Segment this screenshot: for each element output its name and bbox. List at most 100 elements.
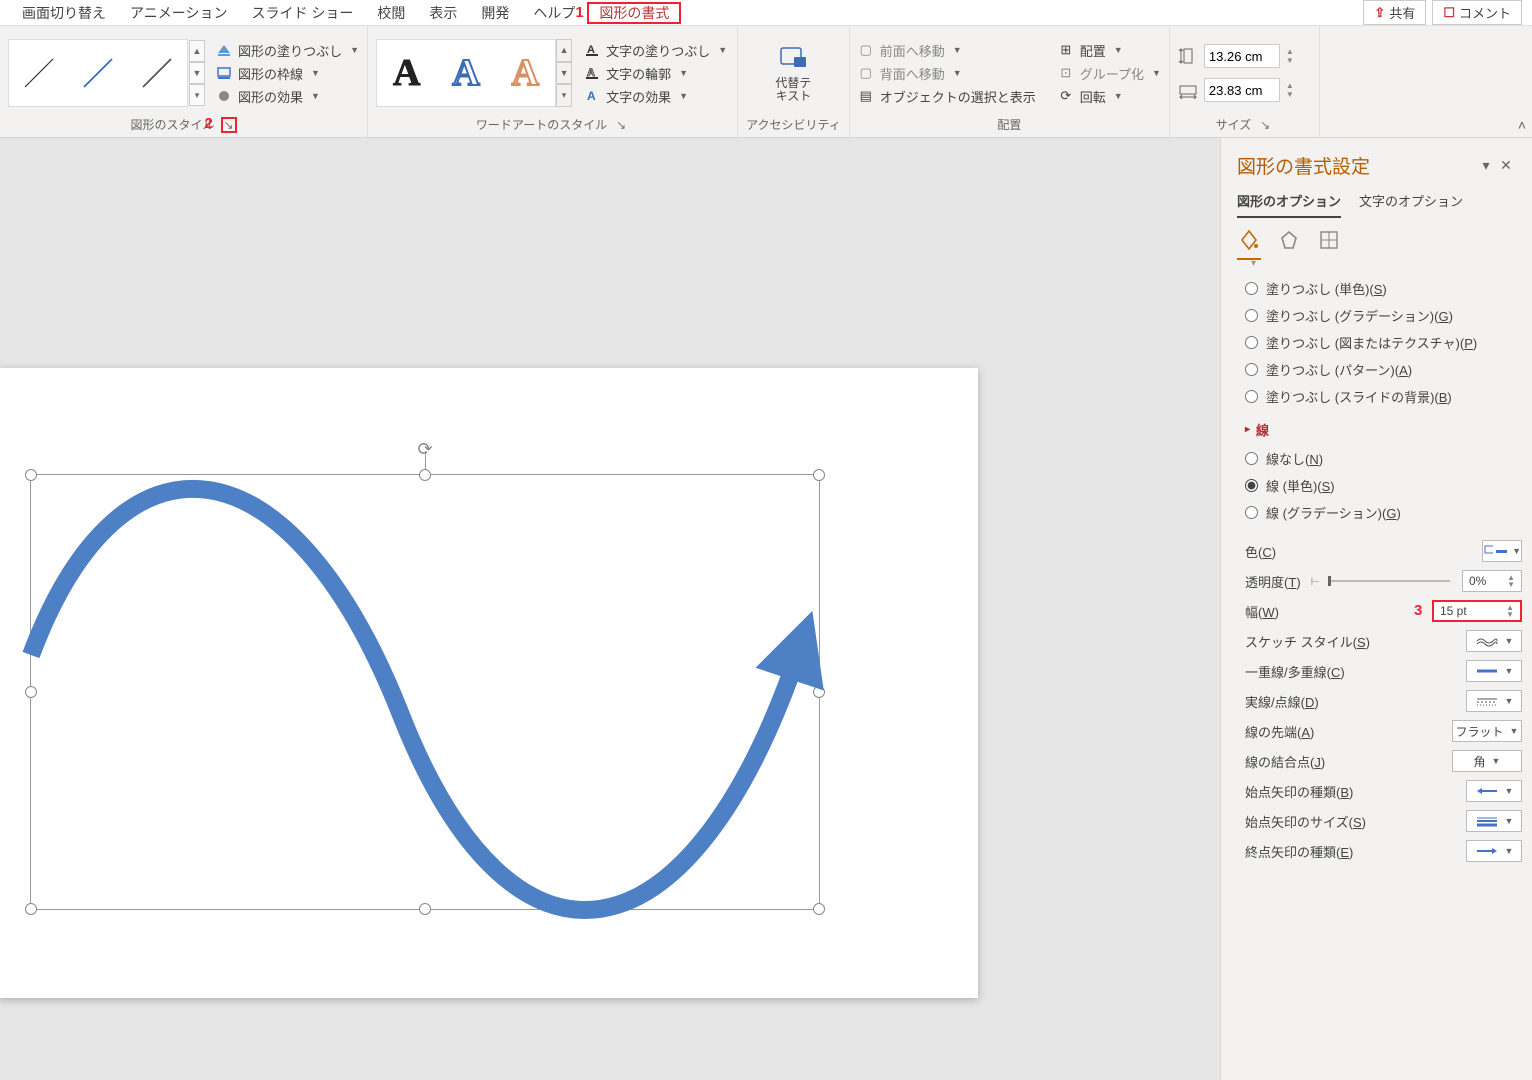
linewidth-value: 15 pt — [1440, 604, 1467, 618]
svg-text:A: A — [587, 89, 596, 103]
style-preset-1[interactable] — [21, 55, 57, 91]
height-spin-down[interactable]: ▼ — [1286, 56, 1294, 65]
wordart-preset-2[interactable]: A — [452, 51, 479, 95]
comment-button[interactable]: ☐コメント — [1432, 0, 1522, 25]
menu-review[interactable]: 校閲 — [365, 0, 417, 26]
menu-slideshow[interactable]: スライド ショー — [239, 0, 365, 26]
fill-solid-radio[interactable]: 塗りつぶし (単色)(S) — [1245, 275, 1522, 302]
wordart-gallery[interactable]: A A A — [376, 39, 556, 107]
width-spin-up[interactable]: ▲ — [1286, 81, 1294, 90]
tab-text-options[interactable]: 文字のオプション — [1359, 191, 1463, 218]
bring-forward-button[interactable]: ▢前面へ移動▼ — [858, 41, 1036, 60]
line-none-label: 線なし — [1266, 452, 1305, 467]
dash-type-dropdown[interactable]: ▼ — [1466, 690, 1522, 712]
width-spin-down[interactable]: ▼ — [1286, 90, 1294, 99]
canvas-area[interactable]: ⟳ — [0, 138, 1220, 1080]
selection-pane-button[interactable]: ▤オブジェクトの選択と表示 — [858, 87, 1036, 106]
share-icon: ⇪ — [1374, 5, 1385, 21]
fill-gradient-radio[interactable]: 塗りつぶし (グラデーション)(G) — [1245, 302, 1522, 329]
menu-shape-format[interactable]: 図形の書式 — [587, 2, 681, 24]
size-dialog-launcher[interactable]: ↘ — [1257, 117, 1273, 133]
line-solid-radio[interactable]: 線 (単色)(S) — [1245, 472, 1522, 499]
text-fill-icon: A — [584, 43, 600, 57]
shape-fill-button[interactable]: 図形の塗りつぶし▼ — [216, 41, 359, 60]
line-color-dropdown[interactable]: ▼ — [1482, 540, 1522, 562]
rotate-label: 回転 — [1080, 87, 1106, 106]
wordart-scroll-down[interactable]: ▼ — [556, 62, 572, 85]
transparency-input[interactable]: 0%▲▼ — [1462, 570, 1522, 592]
transparency-slider[interactable] — [1328, 580, 1450, 582]
shape-effects-button[interactable]: 図形の効果▼ — [216, 87, 359, 106]
text-effects-button[interactable]: A 文字の効果▼ — [584, 87, 727, 106]
width-input[interactable] — [1204, 78, 1280, 102]
menu-view[interactable]: 表示 — [417, 0, 469, 26]
shape-style-dialog-launcher[interactable]: ↘ — [221, 117, 237, 133]
send-backward-label: 背面へ移動 — [880, 64, 945, 83]
height-input[interactable] — [1204, 44, 1280, 68]
fill-picture-radio[interactable]: 塗りつぶし (図またはテクスチャ)(P) — [1245, 329, 1522, 356]
begin-arrow-size-dropdown[interactable]: ▼ — [1466, 810, 1522, 832]
pane-icon-fill[interactable] — [1237, 228, 1261, 252]
begin-arrow-type-dropdown[interactable]: ▼ — [1466, 780, 1522, 802]
group-icon: ⊡ — [1058, 66, 1074, 80]
pane-icon-size[interactable] — [1317, 228, 1341, 252]
fill-picture-label: 塗りつぶし (図またはテクスチャ) — [1266, 336, 1460, 351]
menu-animations[interactable]: アニメーション — [118, 0, 239, 26]
selection-box[interactable]: ⟳ — [30, 474, 820, 910]
pane-icon-effects[interactable] — [1277, 228, 1301, 252]
height-spin-up[interactable]: ▲ — [1286, 47, 1294, 56]
menu-developer[interactable]: 開発 — [469, 0, 521, 26]
pane-section-caret: ▾ — [1221, 258, 1532, 269]
share-button[interactable]: ⇪共有 — [1363, 0, 1426, 25]
tab-shape-options[interactable]: 図形のオプション — [1237, 191, 1341, 218]
wordart-preset-1[interactable]: A — [393, 51, 420, 95]
line-none-radio[interactable]: 線なし(N) — [1245, 445, 1522, 472]
gallery-more[interactable]: ▾ — [189, 84, 205, 106]
cap-type-dropdown[interactable]: フラット▼ — [1452, 720, 1522, 742]
sketch-label: スケッチ スタイル — [1245, 635, 1353, 650]
wordart-preset-3[interactable]: A — [512, 51, 539, 95]
wordart-more[interactable]: ▾ — [556, 84, 572, 107]
text-outline-button[interactable]: A 文字の輪郭▼ — [584, 64, 727, 83]
alt-text-button[interactable]: 代替テ キスト — [769, 39, 817, 107]
shape-style-gallery[interactable]: ▲ ▼ ▾ — [8, 39, 188, 107]
fill-slidebg-radio[interactable]: 塗りつぶし (スライドの背景)(B) — [1245, 383, 1522, 410]
wordart-scroll-up[interactable]: ▲ — [556, 39, 572, 62]
line-section-header[interactable]: ▸線 — [1245, 410, 1522, 445]
chevron-down-icon: ▼ — [311, 68, 320, 78]
rotate-button[interactable]: ⟳回転▼ — [1058, 87, 1161, 106]
text-effects-label: 文字の効果 — [606, 87, 671, 106]
line-section-label: 線 — [1256, 420, 1269, 439]
menu-transitions[interactable]: 画面切り替え — [10, 0, 118, 26]
join-type-dropdown[interactable]: 角▼ — [1452, 750, 1522, 772]
pane-menu-button[interactable]: ▾ — [1476, 157, 1496, 174]
chevron-down-icon: ▼ — [953, 45, 962, 55]
text-outline-icon: A — [584, 66, 600, 80]
gallery-scroll-down[interactable]: ▼ — [189, 62, 205, 84]
linewidth-label: 幅 — [1245, 605, 1258, 620]
style-preset-2[interactable] — [80, 55, 116, 91]
fill-gradient-label: 塗りつぶし (グラデーション) — [1266, 309, 1434, 324]
linewidth-input[interactable]: 15 pt▲▼ — [1432, 600, 1522, 622]
align-button[interactable]: ⊞配置▼ — [1058, 41, 1161, 60]
group-button[interactable]: ⊡グループ化▼ — [1058, 64, 1161, 83]
compound-line-dropdown[interactable]: ▼ — [1466, 660, 1522, 682]
shape-outline-button[interactable]: 図形の枠線▼ — [216, 64, 359, 83]
sketch-style-dropdown[interactable]: ▼ — [1466, 630, 1522, 652]
rotation-handle[interactable]: ⟳ — [417, 439, 432, 460]
send-backward-button[interactable]: ▢背面へ移動▼ — [858, 64, 1036, 83]
join-value: 角 — [1474, 753, 1486, 770]
wordart-dialog-launcher[interactable]: ↘ — [613, 117, 629, 133]
fill-pattern-radio[interactable]: 塗りつぶし (パターン)(A) — [1245, 356, 1522, 383]
pane-scroll-body[interactable]: 塗りつぶし (単色)(S) 塗りつぶし (グラデーション)(G) 塗りつぶし (… — [1221, 269, 1532, 1080]
style-preset-3[interactable] — [139, 55, 175, 91]
text-fill-button[interactable]: A 文字の塗りつぶし▼ — [584, 41, 727, 60]
line-gradient-radio[interactable]: 線 (グラデーション)(G) — [1245, 499, 1522, 526]
shape-effects-icon — [216, 89, 232, 103]
gallery-scroll-up[interactable]: ▲ — [189, 40, 205, 62]
ribbon-collapse-button[interactable]: ˄ — [1518, 117, 1526, 133]
pane-close-button[interactable]: ✕ — [1496, 157, 1516, 174]
curved-arrow-shape[interactable] — [31, 475, 821, 911]
end-arrow-type-dropdown[interactable]: ▼ — [1466, 840, 1522, 862]
callout-2: 2 — [205, 115, 213, 132]
